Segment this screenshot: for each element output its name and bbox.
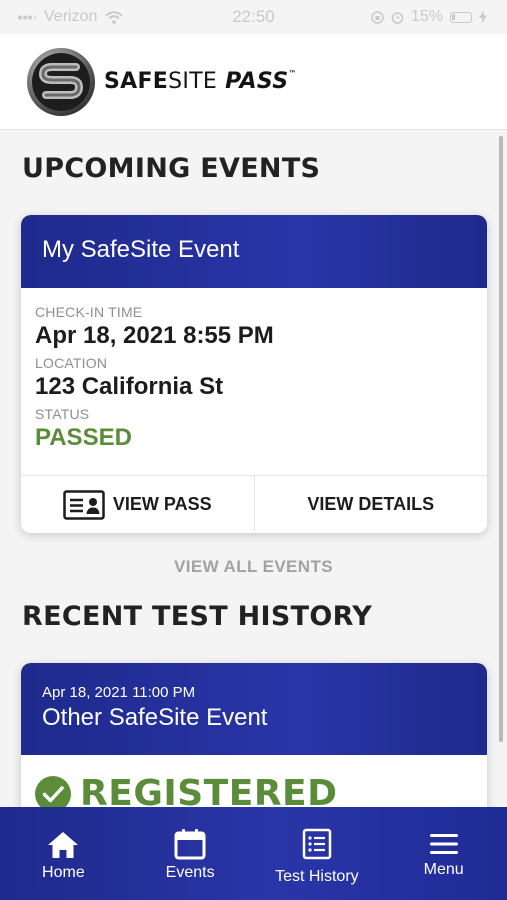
tab-home-label: Home	[42, 864, 85, 881]
view-all-events-link[interactable]: VIEW ALL EVENTS	[0, 557, 507, 577]
registered-status: REGISTERED	[34, 773, 338, 807]
app-header: SAFESITE PASS™	[0, 34, 507, 130]
brand-site: SITE	[168, 69, 218, 94]
status-label: STATUS	[35, 406, 90, 422]
scrollbar[interactable]	[499, 136, 503, 742]
safesite-logo-icon	[27, 47, 95, 116]
event-title: My SafeSite Event	[42, 236, 240, 263]
status-bar: Verizon 22:50 15%	[0, 0, 507, 34]
alarm-icon	[391, 11, 404, 24]
registered-label: REGISTERED	[80, 773, 338, 807]
view-details-button[interactable]: VIEW DETAILS	[253, 476, 488, 533]
test-history-card[interactable]: Apr 18, 2021 11:00 PM Other SafeSite Eve…	[21, 663, 487, 807]
tab-menu-label: Menu	[423, 861, 464, 878]
hamburger-icon	[429, 834, 458, 854]
view-details-label: VIEW DETAILS	[307, 494, 435, 514]
checkin-value: Apr 18, 2021 8:55 PM	[35, 322, 274, 349]
tab-events[interactable]: Events	[127, 807, 254, 900]
brand-pass: PASS	[225, 69, 289, 94]
history-card-header: Apr 18, 2021 11:00 PM Other SafeSite Eve…	[21, 663, 487, 755]
trademark: ™	[288, 69, 297, 78]
upcoming-event-card[interactable]: My SafeSite Event CHECK-IN TIME Apr 18, …	[21, 215, 487, 533]
status-value: PASSED	[35, 424, 132, 451]
brand-safe: SAFE	[104, 69, 169, 94]
tab-home[interactable]: Home	[0, 807, 127, 900]
battery-icon	[450, 11, 472, 23]
main-content[interactable]: UPCOMING EVENTS My SafeSite Event CHECK-…	[0, 130, 507, 807]
tab-events-label: Events	[165, 864, 215, 881]
id-card-icon	[63, 489, 105, 520]
view-pass-button[interactable]: VIEW PASS	[21, 476, 254, 533]
view-pass-label: VIEW PASS	[112, 494, 212, 514]
bottom-tab-bar: Home Events Test History Menu	[0, 807, 507, 900]
check-circle-icon	[35, 775, 71, 807]
upcoming-events-title: UPCOMING EVENTS	[22, 153, 321, 184]
tab-test-history[interactable]: Test History	[254, 807, 381, 900]
history-date: Apr 18, 2021 11:00 PM	[42, 684, 196, 701]
battery-percent: 15%	[410, 8, 443, 25]
location-label: LOCATION	[35, 355, 108, 371]
status-right: 15%	[371, 8, 487, 26]
charging-icon	[479, 10, 487, 24]
event-details: CHECK-IN TIME Apr 18, 2021 8:55 PM LOCAT…	[21, 288, 487, 452]
checkin-label: CHECK-IN TIME	[35, 304, 143, 320]
calendar-icon	[174, 829, 206, 860]
location-value: 123 California St	[35, 373, 224, 400]
wifi-icon	[105, 10, 124, 24]
carrier-name: Verizon	[44, 8, 98, 25]
event-card-actions: VIEW PASS VIEW DETAILS	[21, 475, 487, 533]
recent-test-history-title: RECENT TEST HISTORY	[22, 601, 373, 632]
brand-wordmark: SAFESITE PASS™	[104, 69, 297, 94]
list-icon	[302, 828, 332, 860]
home-icon	[48, 832, 79, 858]
orientation-lock-icon	[371, 10, 384, 24]
signal-icon	[18, 15, 36, 19]
tab-test-history-label: Test History	[275, 868, 359, 885]
status-left: Verizon	[18, 8, 124, 26]
tab-menu[interactable]: Menu	[380, 807, 507, 900]
event-card-header: My SafeSite Event	[21, 215, 487, 288]
history-event-title: Other SafeSite Event	[42, 704, 268, 731]
